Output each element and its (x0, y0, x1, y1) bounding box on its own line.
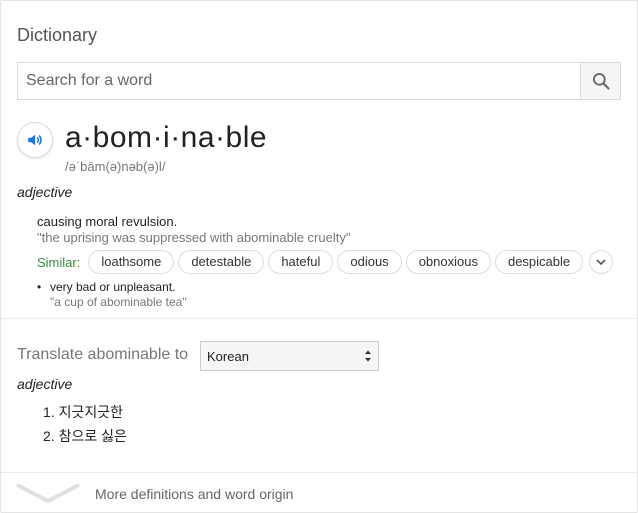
language-select-value: Korean (207, 348, 249, 364)
similar-chip[interactable]: hateful (268, 250, 334, 274)
dictionary-card: Dictionary a·bom·i·na·ble /əˈbäm(ə)nəb(ə… (0, 0, 638, 513)
language-select[interactable]: Korean (200, 341, 379, 371)
bullet: • (37, 280, 42, 294)
phonetic: /əˈbäm(ə)nəb(ə)l/ (65, 159, 166, 174)
translate-part-of-speech: adjective (17, 376, 73, 392)
similar-chip[interactable]: despicable (494, 250, 584, 274)
similar-chip[interactable]: obnoxious (405, 250, 491, 274)
similar-words: Similar: loathsome detestable hateful od… (37, 249, 614, 275)
search-input[interactable] (18, 63, 580, 99)
example-1: "the uprising was suppressed with abomin… (37, 230, 351, 245)
speaker-icon (28, 134, 42, 146)
more-definitions-label: More definitions and word origin (95, 486, 294, 502)
card-title: Dictionary (17, 25, 98, 45)
headword: a·bom·i·na·ble (65, 121, 268, 154)
chevron-down-icon (596, 259, 606, 266)
definition-2-text: very bad or unpleasant. (50, 280, 176, 294)
translation-item: 2. 참으로 싫은 (43, 428, 127, 444)
translation-item: 1. 지긋지긋한 (43, 404, 123, 420)
section-divider (1, 318, 637, 319)
similar-chip[interactable]: loathsome (88, 250, 175, 274)
similar-chip[interactable]: odious (337, 250, 402, 274)
similar-chip[interactable]: detestable (178, 250, 265, 274)
search-box (17, 62, 621, 100)
similar-label: Similar: (37, 254, 81, 270)
expand-similar-button[interactable] (589, 250, 614, 274)
more-definitions-link[interactable]: More definitions and word origin (1, 474, 637, 512)
footer-divider (1, 472, 637, 473)
example-2: "a cup of abominable tea" (50, 295, 187, 309)
part-of-speech: adjective (17, 184, 73, 200)
translate-label: Translate abominable to (17, 346, 189, 363)
search-icon (592, 73, 610, 90)
definition-1: causing moral revulsion. (37, 214, 178, 229)
pronounce-button[interactable] (17, 122, 53, 158)
updown-arrows-icon (365, 350, 371, 362)
search-button[interactable] (580, 63, 620, 99)
chevron-down-icon (16, 483, 80, 504)
definition-2: • very bad or unpleasant. (37, 280, 175, 294)
